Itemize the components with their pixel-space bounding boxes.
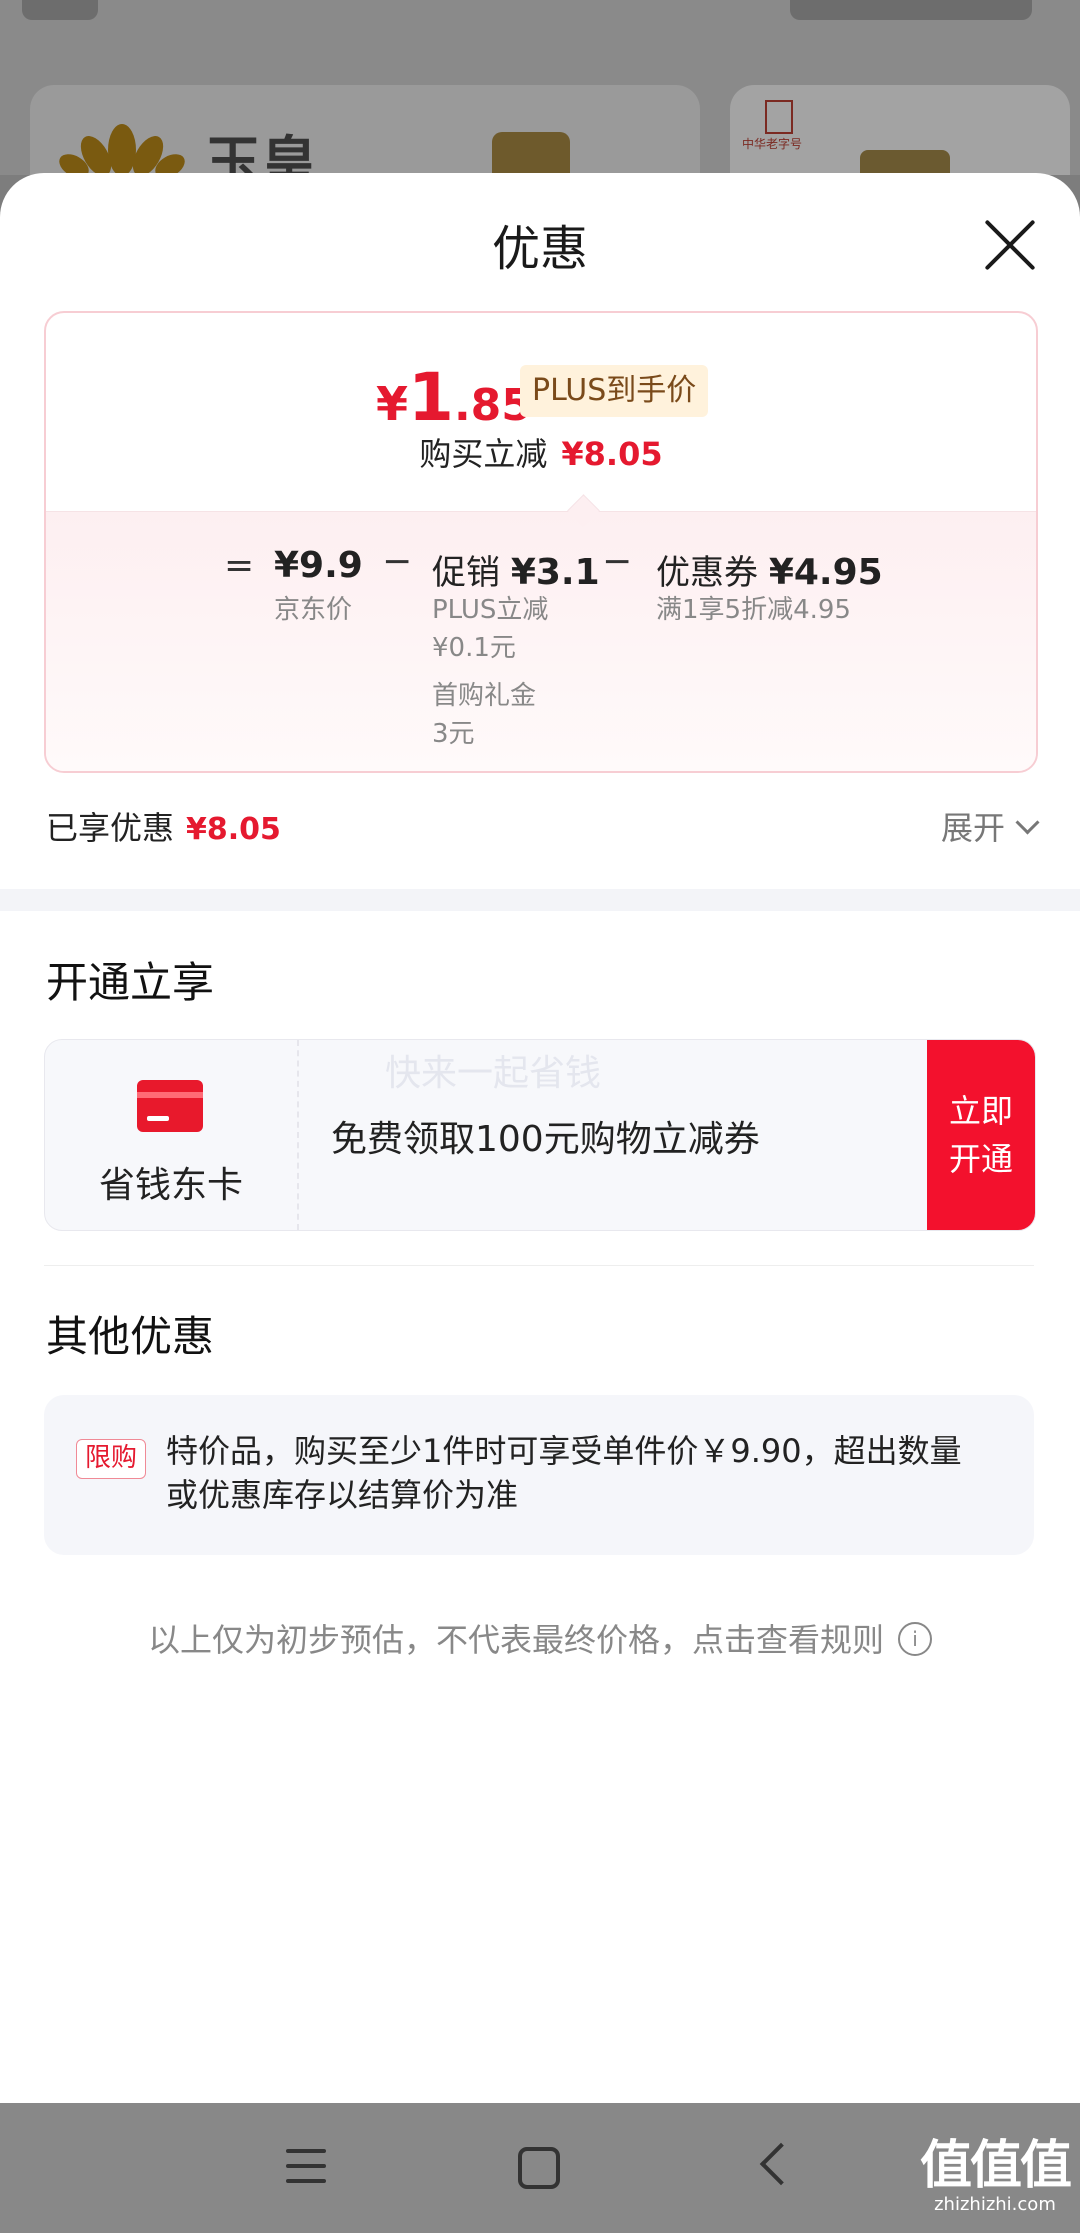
coupon-label: 优惠券 <box>656 553 758 593</box>
final-price: ¥1.85 <box>376 359 532 436</box>
card-watermark-text: 快来一起省钱 <box>385 1053 602 1094</box>
close-icon[interactable] <box>982 217 1038 273</box>
section-divider-line <box>44 1265 1034 1266</box>
promo-label: 促销 <box>432 553 500 593</box>
info-icon[interactable]: i <box>898 1622 932 1656</box>
promo-detail: PLUS立减 ¥0.1元 首购礼金 3元 <box>432 591 548 753</box>
open-button-line: 立即 <box>948 1092 1013 1130</box>
home-icon[interactable] <box>518 2147 560 2189</box>
back-icon[interactable] <box>759 2142 803 2186</box>
currency-symbol: ¥ <box>376 377 409 431</box>
enjoyed-amount: ¥8.05 <box>186 812 281 847</box>
card-icon <box>137 1080 203 1132</box>
card-name: 省钱东卡 <box>98 1165 243 1206</box>
background-page: 玉皇 中华老字号 <box>0 0 1080 175</box>
minus-sign: − <box>382 541 413 582</box>
card-benefit-text: 免费领取100元购物立减券 <box>331 1119 760 1160</box>
limit-badge: 限购 <box>76 1439 147 1479</box>
coupon-detail: 满1享5折减4.95 <box>656 595 851 625</box>
system-nav-bar: 值值值 zhizhizhi.com <box>0 2103 1080 2233</box>
recent-apps-icon[interactable] <box>286 2149 326 2183</box>
top-actions-bg <box>790 0 1032 20</box>
promo-detail-line: 首购礼金 <box>432 681 537 711</box>
plus-price-badge: PLUS到手价 <box>520 365 709 417</box>
final-price-integer: 1 <box>408 359 454 436</box>
expand-label: 展开 <box>940 809 1005 847</box>
product-image <box>492 132 570 175</box>
product-image-2 <box>860 150 950 175</box>
disclaimer-note[interactable]: 以上仅为初步预估，不代表最终价格，点击查看规则 i <box>0 1615 1080 1661</box>
discount-sheet: 优惠 ¥1.85 PLUS到手价 购买立减 ¥8.05 = ¥9.9 京东价 − … <box>0 173 1080 2103</box>
chevron-down-icon <box>1015 810 1040 835</box>
jd-price-value-text: ¥9.9 <box>274 545 363 586</box>
other-section-title: 其他优惠 <box>46 1312 215 1361</box>
promo-amount: ¥3.1 <box>510 552 600 593</box>
disclaimer-text: 以上仅为初步预估，不代表最终价格，点击查看规则 <box>147 1621 884 1659</box>
site-watermark-chars: 值值值 <box>919 2136 1072 2196</box>
brand-logo-icon <box>59 124 185 175</box>
reduce-label: 购买立减 <box>419 435 548 473</box>
enjoyed-label: 已享优惠 <box>46 809 175 847</box>
sheet-title: 优惠 <box>491 221 588 277</box>
price-summary-box: ¥1.85 PLUS到手价 购买立减 ¥8.05 = ¥9.9 京东价 − 促销 … <box>44 311 1038 773</box>
membership-card[interactable]: 省钱东卡 快来一起省钱 免费领取100元购物立减券 立即 开通 <box>44 1039 1036 1231</box>
site-watermark-url: zhizhizhi.com <box>934 2194 1056 2215</box>
seal-text: 中华老字号 <box>742 137 803 151</box>
minus-sign: − <box>602 541 633 582</box>
jd-price-label: 京东价 <box>274 595 353 625</box>
brand-text: 玉皇 <box>205 131 317 175</box>
reduce-summary: 购买立减 ¥8.05 <box>46 429 1036 475</box>
open-now-button[interactable]: 立即 开通 <box>927 1040 1035 1230</box>
reduce-amount: ¥8.05 <box>561 435 663 473</box>
enjoyed-discount: 已享优惠 ¥8.05 <box>46 803 281 849</box>
section-divider <box>0 889 1080 911</box>
membership-card-left: 省钱东卡 <box>45 1040 299 1230</box>
back-button-bg <box>22 0 98 20</box>
limited-offer-card: 限购 特价品，购买至少1件时可享受单件价￥9.90，超出数量或优惠库存以结算价为… <box>44 1395 1034 1555</box>
open-section-title: 开通立享 <box>46 958 215 1007</box>
open-button-line: 开通 <box>948 1140 1013 1178</box>
site-watermark: 值值值 zhizhizhi.com <box>919 2123 1072 2215</box>
coupon-value: 优惠券 ¥4.95 <box>656 545 883 594</box>
coupon-amount: ¥4.95 <box>768 552 883 593</box>
promo-value: 促销 ¥3.1 <box>432 545 600 594</box>
equals-sign: = <box>224 545 255 586</box>
promo-detail-line: PLUS立减 <box>432 595 549 625</box>
jd-price-value: ¥9.9 <box>274 545 363 586</box>
promo-detail-line: 3元 <box>432 719 475 749</box>
expand-button[interactable]: 展开 <box>940 803 1040 849</box>
promo-detail-line: ¥0.1元 <box>432 633 516 663</box>
limit-offer-text: 特价品，购买至少1件时可享受单件价￥9.90，超出数量或优惠库存以结算价为准 <box>166 1432 962 1514</box>
seal-icon <box>765 100 793 134</box>
